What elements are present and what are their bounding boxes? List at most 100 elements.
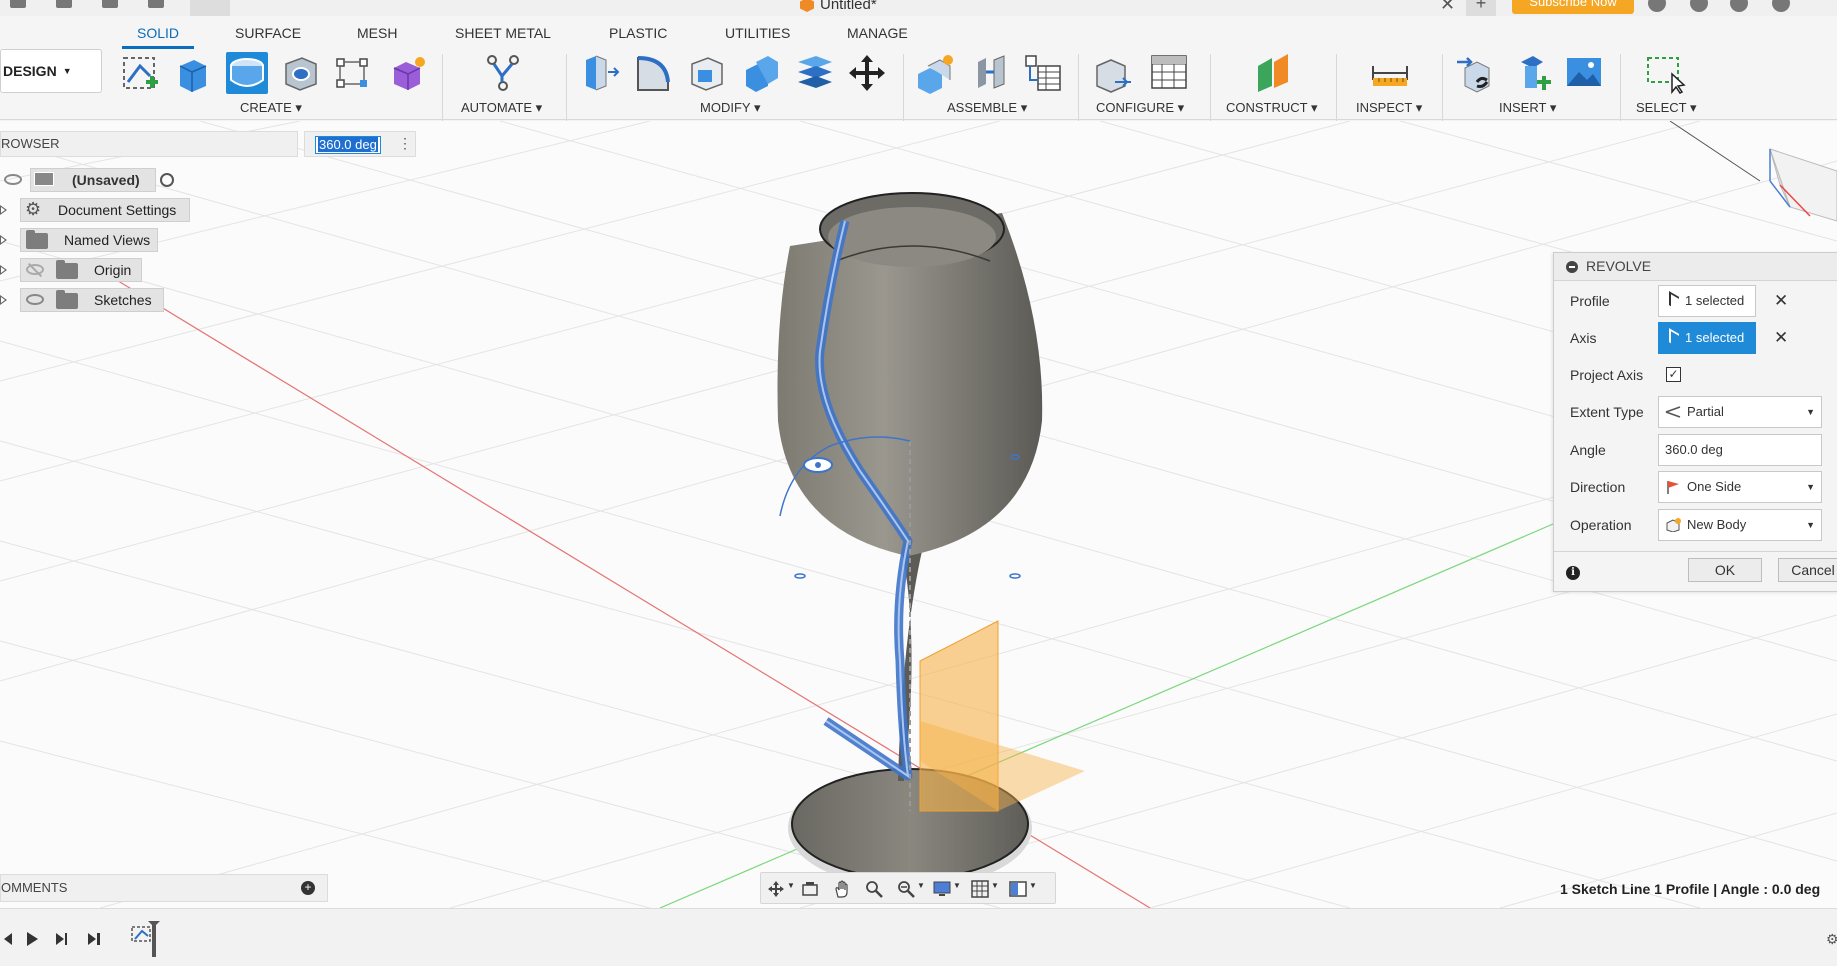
angle-input[interactable]: 360.0 deg	[1658, 434, 1822, 466]
create-sketch-icon[interactable]	[120, 52, 162, 94]
workspace-switcher[interactable]: DESIGN ▼	[0, 49, 102, 93]
chevron-down-icon[interactable]: ▼	[1029, 881, 1037, 890]
revolve-dialog-header[interactable]: REVOLVE	[1554, 253, 1837, 281]
sketch-timeline-item-icon[interactable]	[130, 921, 164, 957]
info-icon[interactable]: i	[1566, 566, 1580, 580]
measure-icon[interactable]	[1369, 52, 1411, 94]
grid-menu-icon[interactable]	[10, 0, 26, 8]
timeline-settings-icon[interactable]: ⚙	[1826, 931, 1837, 948]
add-comment-icon[interactable]: +	[301, 881, 315, 895]
configure-icon[interactable]	[1093, 52, 1135, 94]
view-cube[interactable]	[1769, 148, 1837, 222]
group-configure[interactable]: CONFIGURE ▾	[1096, 100, 1184, 116]
extrude-icon[interactable]	[172, 52, 214, 94]
configuration-table-icon[interactable]	[1148, 52, 1190, 94]
collapse-icon[interactable]	[1566, 261, 1578, 273]
orbit-icon[interactable]	[767, 880, 785, 898]
expand-arrow-icon[interactable]	[0, 235, 7, 245]
cancel-button[interactable]: Cancel	[1778, 558, 1837, 582]
pan-hand-icon[interactable]	[833, 880, 851, 898]
offset-plane-icon[interactable]	[1252, 52, 1294, 94]
expand-arrow-icon[interactable]	[0, 205, 7, 215]
select-window-icon[interactable]	[1644, 52, 1686, 94]
go-to-end-icon[interactable]	[86, 931, 102, 947]
group-automate[interactable]: AUTOMATE ▾	[461, 100, 542, 116]
group-create[interactable]: CREATE ▾	[240, 100, 302, 116]
combine-icon[interactable]	[740, 52, 782, 94]
shell-icon[interactable]	[686, 52, 728, 94]
insert-canvas-icon[interactable]	[1563, 52, 1605, 94]
close-tab-icon[interactable]: ✕	[1440, 0, 1455, 15]
ok-button[interactable]: OK	[1688, 558, 1762, 582]
expand-arrow-icon[interactable]	[0, 295, 7, 305]
pattern-icon[interactable]	[332, 52, 374, 94]
project-axis-checkbox[interactable]: ✓	[1666, 367, 1681, 382]
revolve-icon[interactable]	[226, 52, 268, 94]
browser-root[interactable]: (Unsaved)	[0, 167, 190, 193]
tab-surface[interactable]: SURFACE	[235, 25, 301, 41]
angle-quick-value[interactable]: 360.0 deg	[315, 136, 381, 154]
step-forward-icon[interactable]	[54, 931, 70, 947]
browser-item-document-settings[interactable]: ⚙ Document Settings	[0, 197, 190, 223]
profile-selector[interactable]: 1 selected	[1658, 285, 1756, 317]
fillet-icon[interactable]	[632, 52, 674, 94]
new-component-icon[interactable]	[914, 52, 956, 94]
group-assemble[interactable]: ASSEMBLE ▾	[947, 100, 1027, 116]
account-icon[interactable]	[1690, 0, 1708, 12]
tab-plastic[interactable]: PLASTIC	[609, 25, 667, 41]
visibility-eye-icon[interactable]	[26, 294, 44, 305]
browser-item-sketches[interactable]: Sketches	[0, 287, 190, 313]
direction-dropdown[interactable]: One Side ▼	[1658, 471, 1822, 503]
subscribe-button[interactable]: Subscribe Now	[1512, 0, 1634, 14]
new-tab-button[interactable]: +	[1466, 0, 1496, 16]
group-insert[interactable]: INSERT ▾	[1499, 100, 1556, 116]
tab-mesh[interactable]: MESH	[357, 25, 397, 41]
home-button[interactable]	[190, 0, 230, 16]
save-icon[interactable]	[56, 0, 72, 8]
visibility-eye-icon[interactable]	[4, 174, 22, 185]
more-options-icon[interactable]: ⋮	[398, 135, 412, 152]
play-icon[interactable]	[24, 931, 40, 947]
undo-icon[interactable]	[102, 0, 118, 8]
zoom-icon[interactable]	[865, 880, 883, 898]
extent-type-dropdown[interactable]: Partial ▼	[1658, 396, 1822, 428]
create-form-icon[interactable]	[386, 52, 428, 94]
tab-utilities[interactable]: UTILITIES	[725, 25, 790, 41]
activate-radio-icon[interactable]	[160, 173, 174, 187]
grid-snaps-icon[interactable]	[971, 880, 989, 898]
split-body-icon[interactable]	[794, 52, 836, 94]
clear-axis-icon[interactable]: ✕	[1774, 328, 1788, 348]
move-copy-icon[interactable]	[846, 52, 888, 94]
tab-solid[interactable]: SOLID	[137, 25, 179, 41]
insert-derive-icon[interactable]	[1455, 52, 1497, 94]
chevron-down-icon[interactable]: ▼	[787, 881, 795, 890]
joint-icon[interactable]	[970, 52, 1012, 94]
notifications-icon[interactable]	[1730, 0, 1748, 12]
chevron-down-icon[interactable]: ▼	[991, 881, 999, 890]
step-back-icon[interactable]	[0, 931, 14, 947]
insert-mcmaster-icon[interactable]	[1511, 52, 1553, 94]
group-select[interactable]: SELECT ▾	[1636, 100, 1696, 116]
press-pull-icon[interactable]	[578, 52, 620, 94]
redo-icon[interactable]	[148, 0, 164, 8]
help-icon[interactable]	[1772, 0, 1790, 12]
hole-icon[interactable]	[280, 52, 322, 94]
hidden-eye-icon[interactable]	[26, 264, 44, 275]
automate-icon[interactable]	[482, 52, 524, 94]
fit-zoom-icon[interactable]	[897, 880, 915, 898]
group-inspect[interactable]: INSPECT ▾	[1356, 100, 1422, 116]
tab-manage[interactable]: MANAGE	[847, 25, 908, 41]
browser-item-named-views[interactable]: Named Views	[0, 227, 190, 253]
group-modify[interactable]: MODIFY ▾	[700, 100, 760, 116]
comments-panel[interactable]: OMMENTS +	[0, 874, 328, 902]
group-construct[interactable]: CONSTRUCT ▾	[1226, 100, 1318, 116]
bill-of-materials-icon[interactable]	[1022, 52, 1064, 94]
display-settings-icon[interactable]	[933, 880, 951, 898]
axis-selector[interactable]: 1 selected	[1658, 322, 1756, 354]
viewports-icon[interactable]	[1009, 880, 1027, 898]
tab-sheet-metal[interactable]: SHEET METAL	[455, 25, 551, 41]
document-tab[interactable]: Untitled*	[800, 0, 877, 16]
chevron-down-icon[interactable]: ▼	[953, 881, 961, 890]
expand-arrow-icon[interactable]	[0, 265, 7, 275]
browser-header[interactable]: ROWSER	[0, 131, 298, 157]
